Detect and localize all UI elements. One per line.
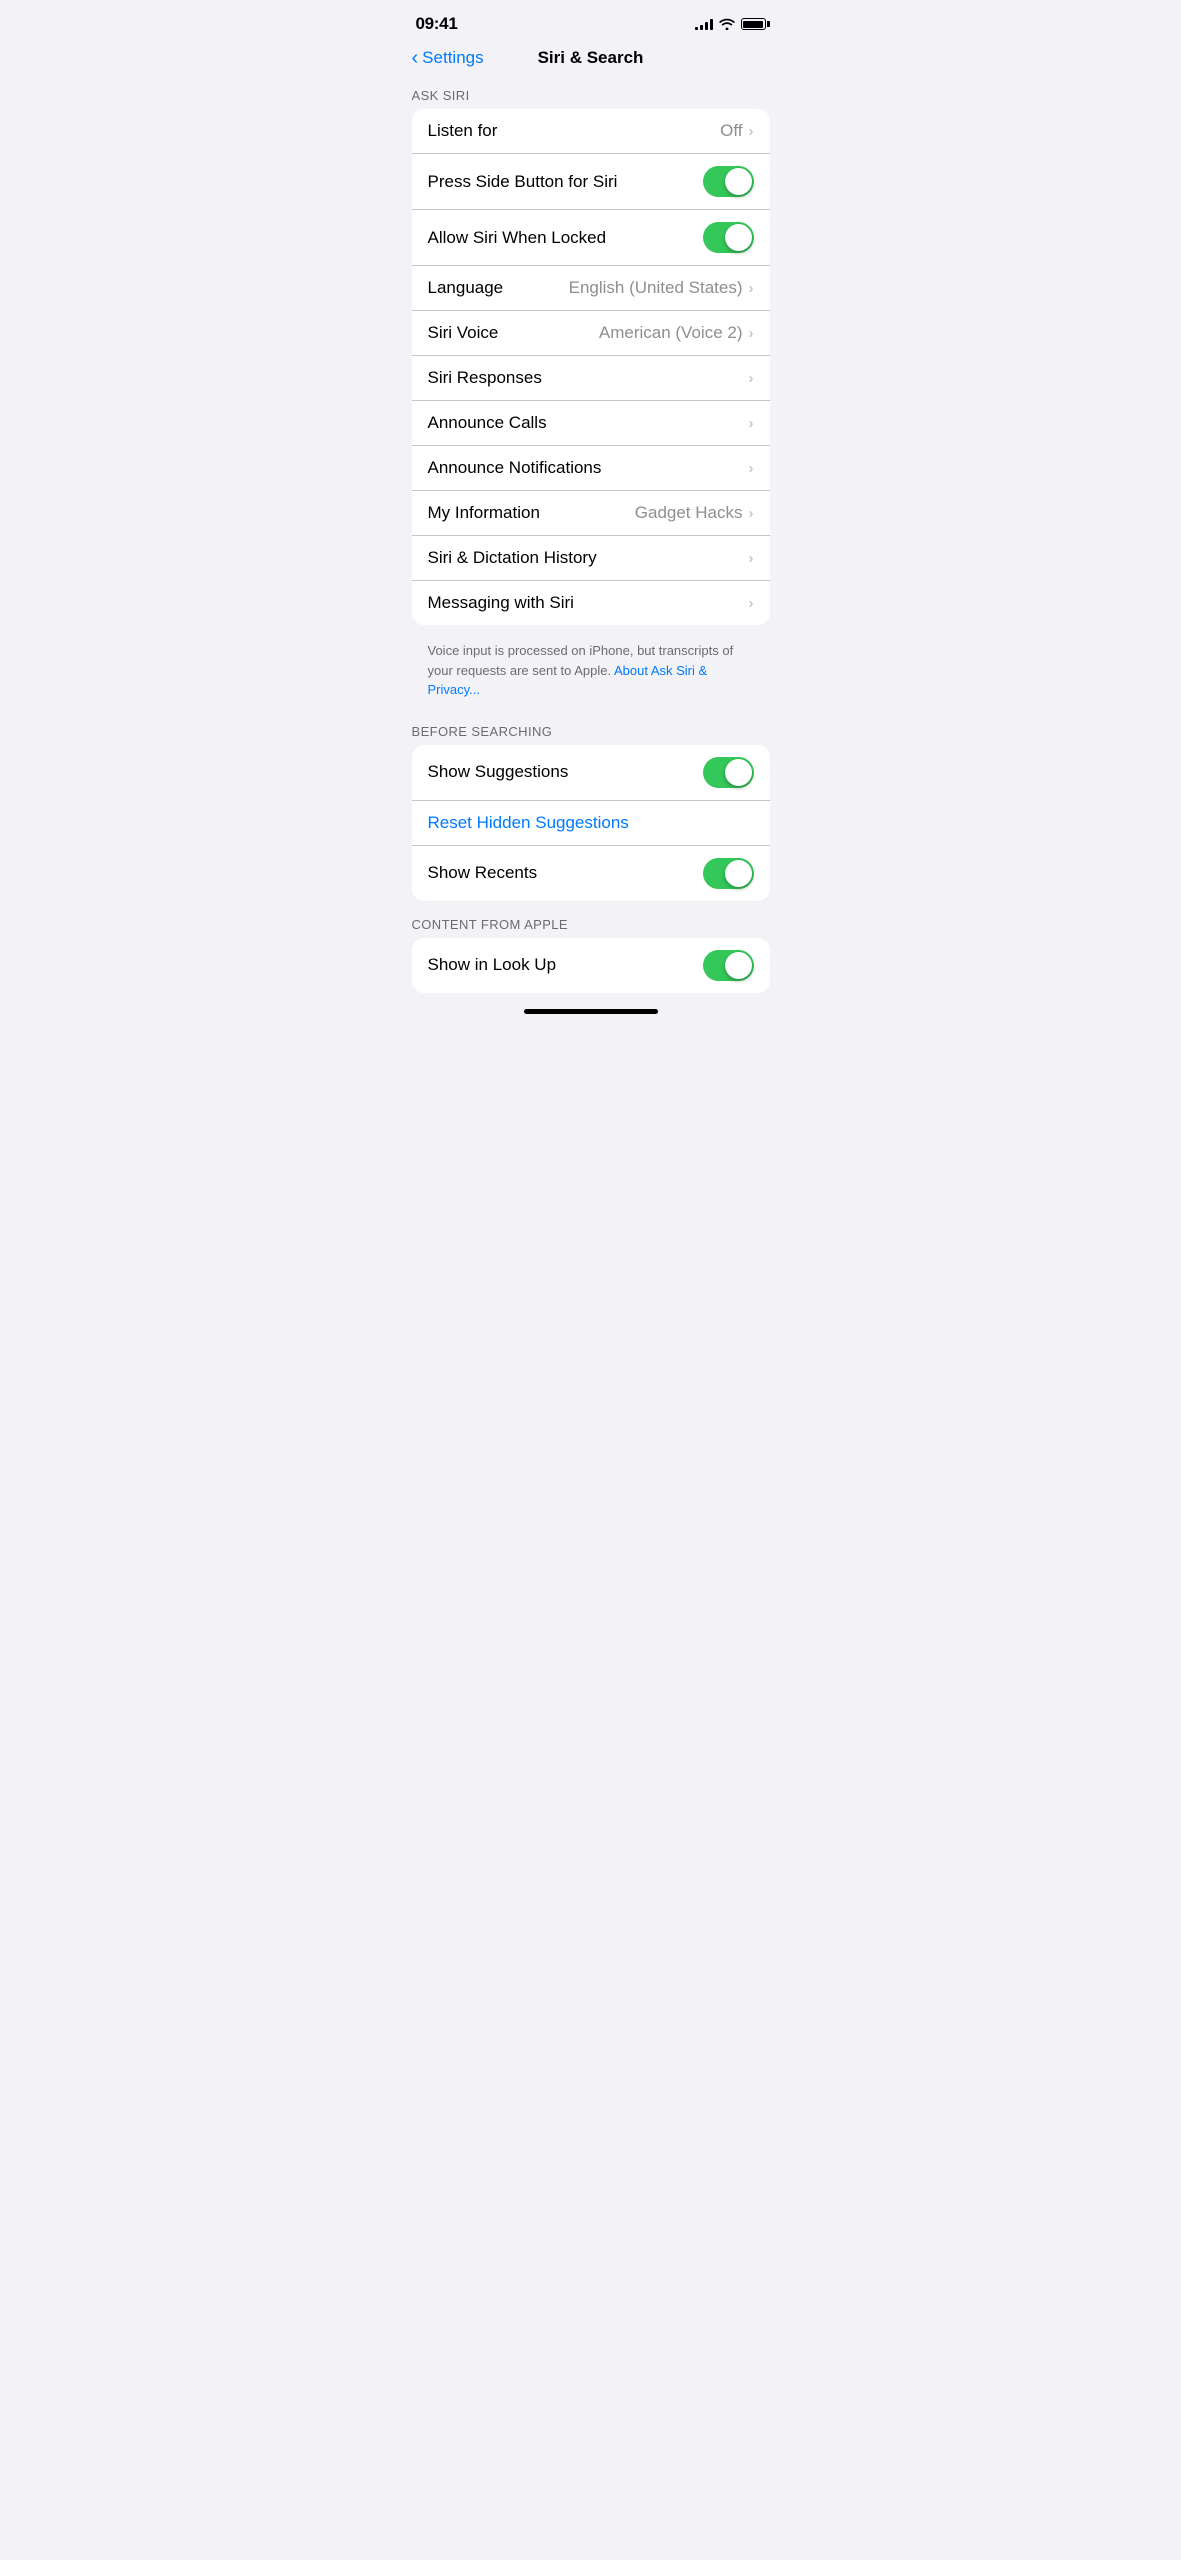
- press-side-button-row[interactable]: Press Side Button for Siri: [412, 154, 770, 210]
- language-value: English (United States): [569, 278, 743, 298]
- language-row[interactable]: Language English (United States) ›: [412, 266, 770, 311]
- before-searching-group: Show Suggestions Reset Hidden Suggestion…: [412, 745, 770, 901]
- back-chevron-icon: ‹: [412, 48, 419, 68]
- chevron-icon: ›: [749, 505, 754, 522]
- announce-notifications-label: Announce Notifications: [428, 458, 749, 478]
- my-information-row[interactable]: My Information Gadget Hacks ›: [412, 491, 770, 536]
- show-recents-toggle[interactable]: [703, 858, 754, 889]
- chevron-icon: ›: [749, 415, 754, 432]
- listen-for-value: Off: [720, 121, 742, 141]
- listen-for-row[interactable]: Listen for Off ›: [412, 109, 770, 154]
- siri-voice-value: American (Voice 2): [599, 323, 743, 343]
- reset-hidden-suggestions-label: Reset Hidden Suggestions: [428, 813, 754, 833]
- content-from-apple-group: Show in Look Up: [412, 938, 770, 993]
- section-label-content-from-apple: CONTENT FROM APPLE: [396, 909, 786, 938]
- show-recents-row[interactable]: Show Recents: [412, 846, 770, 901]
- allow-when-locked-toggle[interactable]: [703, 222, 754, 253]
- section-label-ask-siri: ASK SIRI: [396, 80, 786, 109]
- my-information-label: My Information: [428, 503, 635, 523]
- home-indicator: [524, 1009, 658, 1014]
- reset-hidden-suggestions-row[interactable]: Reset Hidden Suggestions: [412, 801, 770, 846]
- chevron-icon: ›: [749, 595, 754, 612]
- siri-responses-label: Siri Responses: [428, 368, 749, 388]
- messaging-with-siri-row[interactable]: Messaging with Siri ›: [412, 581, 770, 625]
- show-suggestions-toggle[interactable]: [703, 757, 754, 788]
- listen-for-label: Listen for: [428, 121, 721, 141]
- show-suggestions-row[interactable]: Show Suggestions: [412, 745, 770, 801]
- chevron-icon: ›: [749, 123, 754, 140]
- back-button[interactable]: ‹ Settings: [412, 48, 484, 68]
- press-side-button-label: Press Side Button for Siri: [428, 172, 703, 192]
- nav-bar: ‹ Settings Siri & Search: [396, 40, 786, 80]
- language-label: Language: [428, 278, 569, 298]
- announce-calls-label: Announce Calls: [428, 413, 749, 433]
- status-bar: 09:41: [396, 0, 786, 40]
- show-suggestions-label: Show Suggestions: [428, 762, 703, 782]
- press-side-button-toggle[interactable]: [703, 166, 754, 197]
- siri-voice-label: Siri Voice: [428, 323, 599, 343]
- chevron-icon: ›: [749, 550, 754, 567]
- messaging-with-siri-label: Messaging with Siri: [428, 593, 749, 613]
- section-label-before-searching: BEFORE SEARCHING: [396, 716, 786, 745]
- signal-icon: [695, 18, 713, 30]
- allow-when-locked-label: Allow Siri When Locked: [428, 228, 703, 248]
- siri-dictation-history-label: Siri & Dictation History: [428, 548, 749, 568]
- my-information-value: Gadget Hacks: [635, 503, 743, 523]
- show-recents-label: Show Recents: [428, 863, 703, 883]
- chevron-icon: ›: [749, 370, 754, 387]
- show-in-look-up-toggle[interactable]: [703, 950, 754, 981]
- back-label: Settings: [422, 48, 483, 68]
- siri-dictation-history-row[interactable]: Siri & Dictation History ›: [412, 536, 770, 581]
- show-in-look-up-row[interactable]: Show in Look Up: [412, 938, 770, 993]
- battery-icon: [741, 18, 766, 30]
- announce-notifications-row[interactable]: Announce Notifications ›: [412, 446, 770, 491]
- siri-voice-row[interactable]: Siri Voice American (Voice 2) ›: [412, 311, 770, 356]
- show-in-look-up-label: Show in Look Up: [428, 955, 703, 975]
- status-time: 09:41: [416, 14, 458, 34]
- chevron-icon: ›: [749, 280, 754, 297]
- allow-when-locked-row[interactable]: Allow Siri When Locked: [412, 210, 770, 266]
- announce-calls-row[interactable]: Announce Calls ›: [412, 401, 770, 446]
- ask-siri-group: Listen for Off › Press Side Button for S…: [412, 109, 770, 625]
- ask-siri-footer: Voice input is processed on iPhone, but …: [396, 633, 786, 716]
- status-icons: [695, 18, 766, 30]
- chevron-icon: ›: [749, 325, 754, 342]
- siri-responses-row[interactable]: Siri Responses ›: [412, 356, 770, 401]
- page-title: Siri & Search: [538, 48, 644, 68]
- chevron-icon: ›: [749, 460, 754, 477]
- wifi-icon: [719, 18, 735, 30]
